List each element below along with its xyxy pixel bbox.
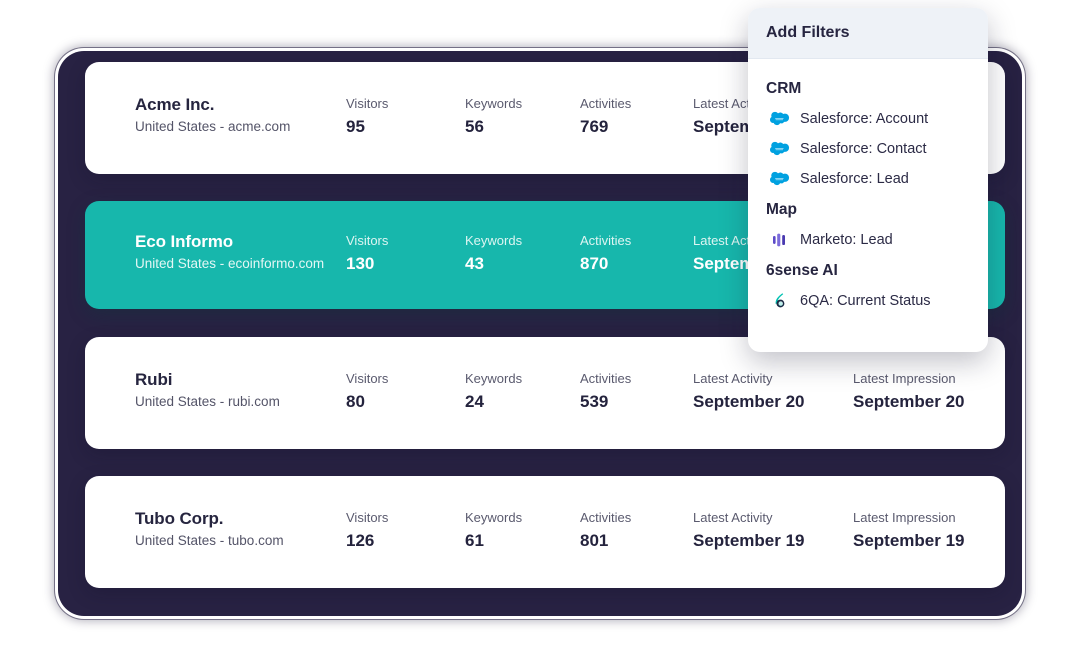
metric-label: Latest Impression <box>853 510 956 525</box>
metric-label: Activities <box>580 96 632 111</box>
metric-keywords: Keywords 61 <box>465 509 522 553</box>
filter-item-label: 6QA: Current Status <box>800 293 931 309</box>
metric-latest-activity: Latest Activity September 20 <box>693 370 805 414</box>
salesforce-cloud-icon <box>770 109 790 129</box>
metric-label: Keywords <box>465 371 523 386</box>
metric-value: 539 <box>580 392 609 411</box>
metric-value: September 20 <box>853 392 965 411</box>
metric-latest-impression: Latest Impression September 19 <box>853 509 965 553</box>
sixqa-flame-icon <box>770 291 790 311</box>
metric-keywords: Keywords 43 <box>465 232 522 276</box>
filter-group-title-map: Map <box>766 201 797 218</box>
metric-value: September 20 <box>693 392 805 411</box>
account-card-tubo-corp[interactable]: Tubo Corp. United States - tubo.com Visi… <box>85 476 1005 588</box>
metric-label: Latest Impression <box>853 371 956 386</box>
metric-label: Keywords <box>465 510 523 525</box>
add-filters-header: Add Filters <box>748 8 988 59</box>
salesforce-cloud-icon <box>770 169 790 189</box>
metric-value: 769 <box>580 117 609 136</box>
filter-item-salesforce-account[interactable]: Salesforce: Account <box>748 104 988 134</box>
metric-label: Visitors <box>346 96 389 111</box>
metric-value: 24 <box>465 392 484 411</box>
metric-keywords: Keywords 24 <box>465 370 522 414</box>
metric-value: 130 <box>346 254 375 273</box>
filter-item-salesforce-lead[interactable]: Salesforce: Lead <box>748 164 988 194</box>
filter-item-label: Salesforce: Lead <box>800 171 909 187</box>
metric-label: Activities <box>580 233 632 248</box>
metric-visitors: Visitors 130 <box>346 232 388 276</box>
filter-group-title-crm: CRM <box>766 80 802 97</box>
salesforce-cloud-icon <box>770 139 790 159</box>
filter-item-marketo-lead[interactable]: Marketo: Lead <box>748 225 988 255</box>
metric-latest-impression: Latest Impression September 20 <box>853 370 965 414</box>
metric-value: 95 <box>346 117 365 136</box>
filter-group-title-6sense-ai: 6sense AI <box>766 262 838 279</box>
metric-label: Activities <box>580 371 632 386</box>
metric-activities: Activities 539 <box>580 370 631 414</box>
metric-keywords: Keywords 56 <box>465 95 522 139</box>
metric-visitors: Visitors 126 <box>346 509 388 553</box>
filter-item-label: Salesforce: Account <box>800 111 929 127</box>
metric-activities: Activities 870 <box>580 232 631 276</box>
metric-label: Visitors <box>346 233 389 248</box>
metric-label: Visitors <box>346 371 389 386</box>
metric-value: 801 <box>580 531 609 550</box>
metric-value: 870 <box>580 254 609 273</box>
metric-label: Keywords <box>465 96 523 111</box>
filter-item-label: Marketo: Lead <box>800 232 893 248</box>
metric-value: September 19 <box>853 531 965 550</box>
metric-visitors: Visitors 95 <box>346 95 388 139</box>
metric-value: 61 <box>465 531 484 550</box>
metric-label: Activities <box>580 510 632 525</box>
metric-value: September 19 <box>693 531 805 550</box>
account-card-rubi[interactable]: Rubi United States - rubi.com Visitors 8… <box>85 337 1005 449</box>
metric-activities: Activities 769 <box>580 95 631 139</box>
add-filters-title: Add Filters <box>766 24 850 41</box>
add-filters-dropdown[interactable]: Add Filters CRM Salesforce: Account Sale… <box>748 8 988 352</box>
marketo-bars-icon <box>770 230 790 250</box>
metric-value: 80 <box>346 392 365 411</box>
metric-label: Latest Activity <box>693 510 773 525</box>
metric-label: Keywords <box>465 233 523 248</box>
metric-label: Visitors <box>346 510 389 525</box>
metric-visitors: Visitors 80 <box>346 370 388 414</box>
add-filters-list: CRM Salesforce: Account Salesforce: Cont… <box>748 59 988 326</box>
metric-label: Latest Activity <box>693 371 773 386</box>
filter-item-salesforce-contact[interactable]: Salesforce: Contact <box>748 134 988 164</box>
filter-item-label: Salesforce: Contact <box>800 141 927 157</box>
filter-item-6qa-current-status[interactable]: 6QA: Current Status <box>748 286 988 316</box>
screenshot-root: Acme Inc. United States - acme.com Visit… <box>0 0 1090 658</box>
metric-activities: Activities 801 <box>580 509 631 553</box>
metric-value: 56 <box>465 117 484 136</box>
metric-latest-activity: Latest Activity September 19 <box>693 509 805 553</box>
metric-value: 126 <box>346 531 375 550</box>
metric-value: 43 <box>465 254 484 273</box>
